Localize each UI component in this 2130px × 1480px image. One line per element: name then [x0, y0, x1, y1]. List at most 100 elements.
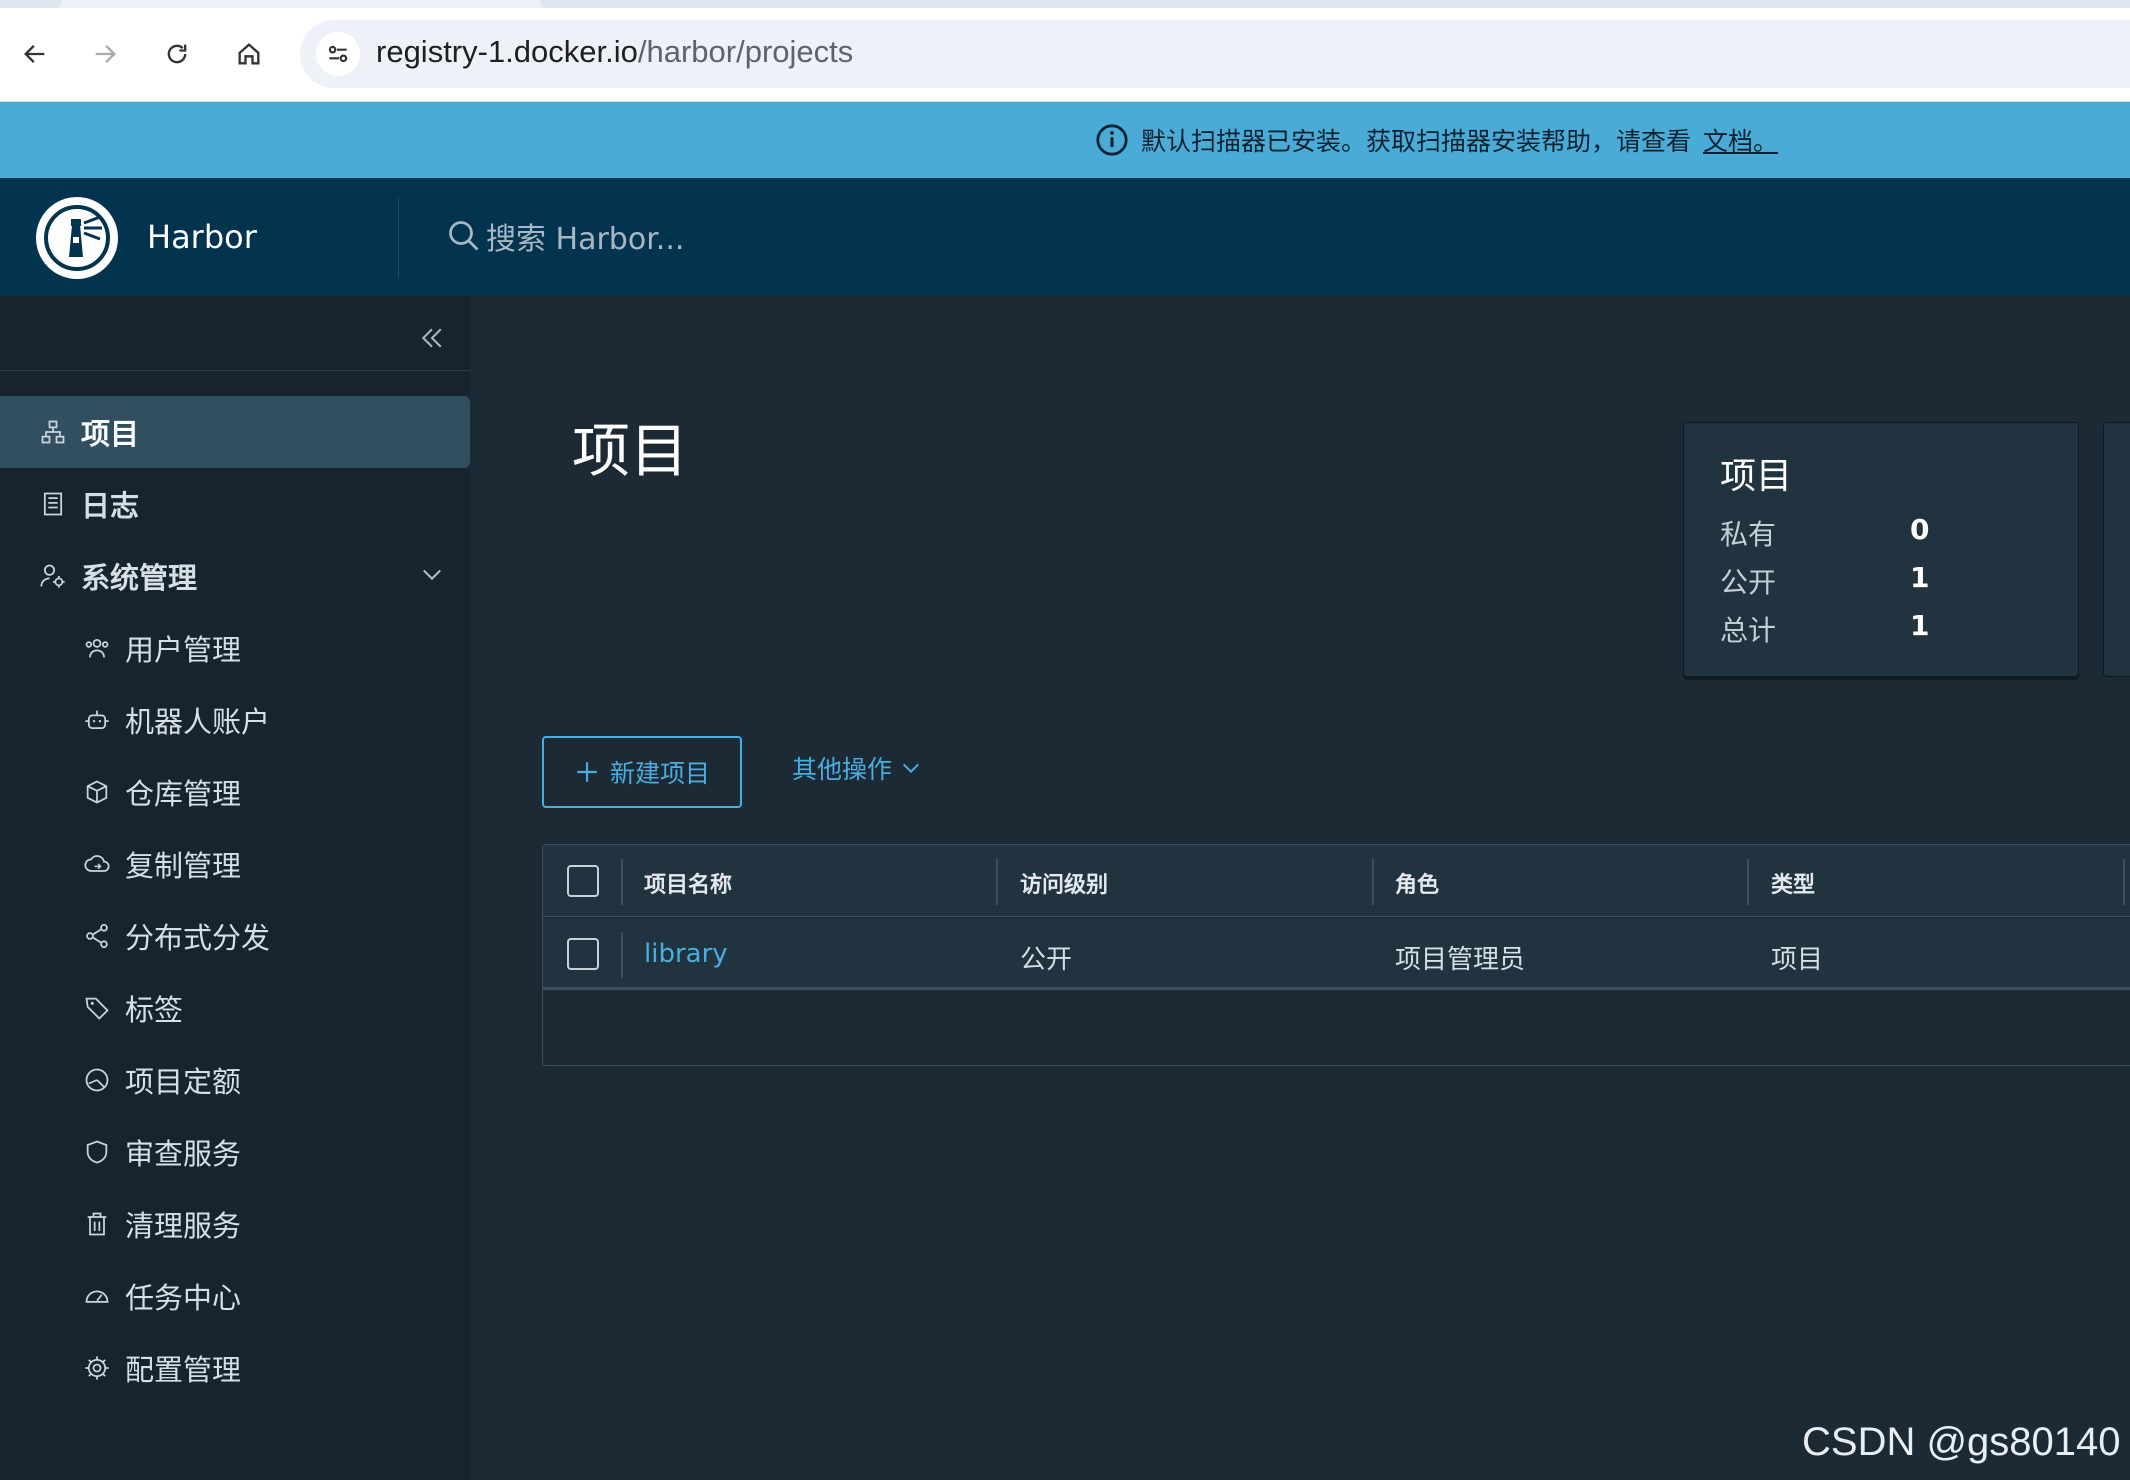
- sidebar-item-label: 复制管理: [125, 849, 242, 883]
- secondary-summary-card: [2103, 422, 2130, 677]
- main-content: 项目 项目 私有 0 公开 1 总计 1 新建项目 其他操作 项目名称 访问级别 角色: [470, 296, 2130, 1480]
- summary-row-total: 总计 1: [1720, 609, 1930, 647]
- url-text: registry-1.docker.io/harbor/projects: [376, 34, 854, 69]
- gear-icon: [81, 1352, 113, 1384]
- column-separator: [621, 859, 623, 905]
- column-header-type[interactable]: 类型: [1771, 867, 1815, 899]
- robot-icon: [81, 704, 113, 736]
- project-summary-card: 项目 私有 0 公开 1 总计 1: [1683, 422, 2079, 677]
- info-icon: [1096, 124, 1128, 156]
- table-header: 项目名称 访问级别 角色 类型: [543, 845, 2130, 917]
- banner-doc-link[interactable]: 文档。: [1703, 122, 1778, 158]
- sidebar-item-jobs[interactable]: 任务中心: [0, 1260, 470, 1332]
- projects-icon: [37, 416, 69, 448]
- sidebar-item-label: 机器人账户: [125, 705, 271, 739]
- summary-row-public: 公开 1: [1720, 561, 1930, 599]
- sidebar-item-registries[interactable]: 仓库管理: [0, 756, 470, 828]
- back-button[interactable]: [12, 31, 58, 77]
- column-header-name[interactable]: 项目名称: [644, 867, 732, 899]
- sidebar-item-audit[interactable]: 审查服务: [0, 1116, 470, 1188]
- sidebar-item-label: 标签: [125, 993, 184, 1027]
- sidebar-divider: [0, 370, 470, 371]
- global-search[interactable]: 搜索 Harbor...: [446, 214, 684, 258]
- page-title: 项目: [572, 417, 689, 485]
- sidebar-item-label: 日志: [81, 489, 140, 523]
- sidebar-item-cleanup[interactable]: 清理服务: [0, 1188, 470, 1260]
- brand-name: Harbor: [147, 218, 257, 256]
- sidebar-item-distribution[interactable]: 分布式分发: [0, 900, 470, 972]
- column-header-access[interactable]: 访问级别: [1020, 867, 1108, 899]
- browser-toolbar: registry-1.docker.io/harbor/projects: [0, 0, 2130, 102]
- arrow-right-icon: [95, 45, 116, 63]
- sidebar-item-replication[interactable]: 复制管理: [0, 828, 470, 900]
- sidebar-item-label: 配置管理: [125, 1353, 242, 1387]
- sidebar-item-label: 清理服务: [125, 1209, 242, 1243]
- table-row[interactable]: library 公开 项目管理员 项目: [543, 918, 2130, 990]
- sidebar-item-projects[interactable]: 项目: [0, 396, 470, 468]
- tag-icon: [81, 992, 113, 1024]
- sidebar-item-robots[interactable]: 机器人账户: [0, 684, 470, 756]
- plus-icon: [577, 762, 597, 782]
- logs-icon: [37, 488, 69, 520]
- sidebar-item-label: 仓库管理: [125, 777, 242, 811]
- admin-icon: [37, 560, 69, 592]
- sidebar-item-admin[interactable]: 系统管理: [0, 540, 470, 612]
- arrow-left-icon: [24, 45, 45, 63]
- sidebar-item-logs[interactable]: 日志: [0, 468, 470, 540]
- sidebar-item-labels[interactable]: 标签: [0, 972, 470, 1044]
- column-separator: [1747, 859, 1749, 905]
- chevron-down-icon: [902, 763, 920, 774]
- sidebar-item-label: 分布式分发: [125, 921, 271, 955]
- lighthouse-icon: [44, 205, 110, 271]
- more-actions-dropdown[interactable]: 其他操作: [792, 750, 922, 786]
- sidebar-item-label: 项目: [81, 417, 140, 451]
- trash-icon: [81, 1208, 113, 1240]
- sidebar-item-label: 系统管理: [81, 561, 198, 595]
- column-separator: [1372, 859, 1374, 905]
- reload-icon: [167, 44, 187, 64]
- sidebar-item-config[interactable]: 配置管理: [0, 1332, 470, 1404]
- row-checkbox[interactable]: [567, 938, 599, 970]
- search-placeholder: 搜索 Harbor...: [486, 222, 685, 257]
- summary-title: 项目: [1720, 456, 1793, 497]
- new-project-button[interactable]: 新建项目: [542, 736, 742, 808]
- access-level-cell: 公开: [1020, 945, 1073, 975]
- harbor-logo[interactable]: [36, 197, 118, 279]
- sidebar-item-users[interactable]: 用户管理: [0, 612, 470, 684]
- sidebar-item-label: 用户管理: [125, 633, 242, 667]
- users-icon: [81, 632, 113, 664]
- replication-icon: [81, 848, 113, 880]
- info-banner: 默认扫描器已安装。获取扫描器安装帮助，请查看 文档。: [0, 102, 2130, 178]
- summary-row-private: 私有 0: [1720, 513, 1930, 551]
- dashboard-icon: [81, 1280, 113, 1312]
- column-separator: [2123, 859, 2125, 905]
- chevron-down-icon[interactable]: [418, 560, 446, 595]
- watermark: CSDN @gs80140: [1802, 1420, 2121, 1464]
- column-separator: [621, 932, 623, 978]
- home-button[interactable]: [226, 31, 272, 77]
- tab-strip: [0, 0, 2130, 8]
- search-icon: [449, 221, 479, 251]
- reload-button[interactable]: [154, 31, 200, 77]
- forward-button[interactable]: [82, 31, 128, 77]
- role-cell: 项目管理员: [1395, 945, 1526, 975]
- banner-message: 默认扫描器已安装。获取扫描器安装帮助，请查看: [1141, 127, 1692, 156]
- sidebar-item-label: 项目定额: [125, 1065, 242, 1099]
- quota-icon: [81, 1064, 113, 1096]
- registry-icon: [81, 776, 113, 808]
- site-info-icon[interactable]: [316, 32, 360, 76]
- app-header: Harbor 搜索 Harbor...: [0, 178, 2130, 296]
- shield-icon: [81, 1136, 113, 1168]
- address-bar[interactable]: registry-1.docker.io/harbor/projects: [300, 20, 2130, 88]
- projects-table: 项目名称 访问级别 角色 类型 library 公开 项目管理员 项目: [542, 844, 2130, 1066]
- column-header-role[interactable]: 角色: [1395, 867, 1439, 899]
- select-all-checkbox[interactable]: [567, 865, 599, 897]
- distribution-icon: [81, 920, 113, 952]
- sidebar-item-quotas[interactable]: 项目定额: [0, 1044, 470, 1116]
- home-icon: [238, 43, 260, 65]
- sidebar-item-label: 审查服务: [125, 1137, 242, 1171]
- sidebar: 项目 日志 系统管理 用户管理 机器人账户 仓库管理 复制管理 分布式分发 标签…: [0, 296, 470, 1480]
- double-chevron-left-icon: [421, 328, 442, 348]
- collapse-sidebar-button[interactable]: [412, 318, 452, 358]
- project-name-link[interactable]: library: [644, 939, 728, 969]
